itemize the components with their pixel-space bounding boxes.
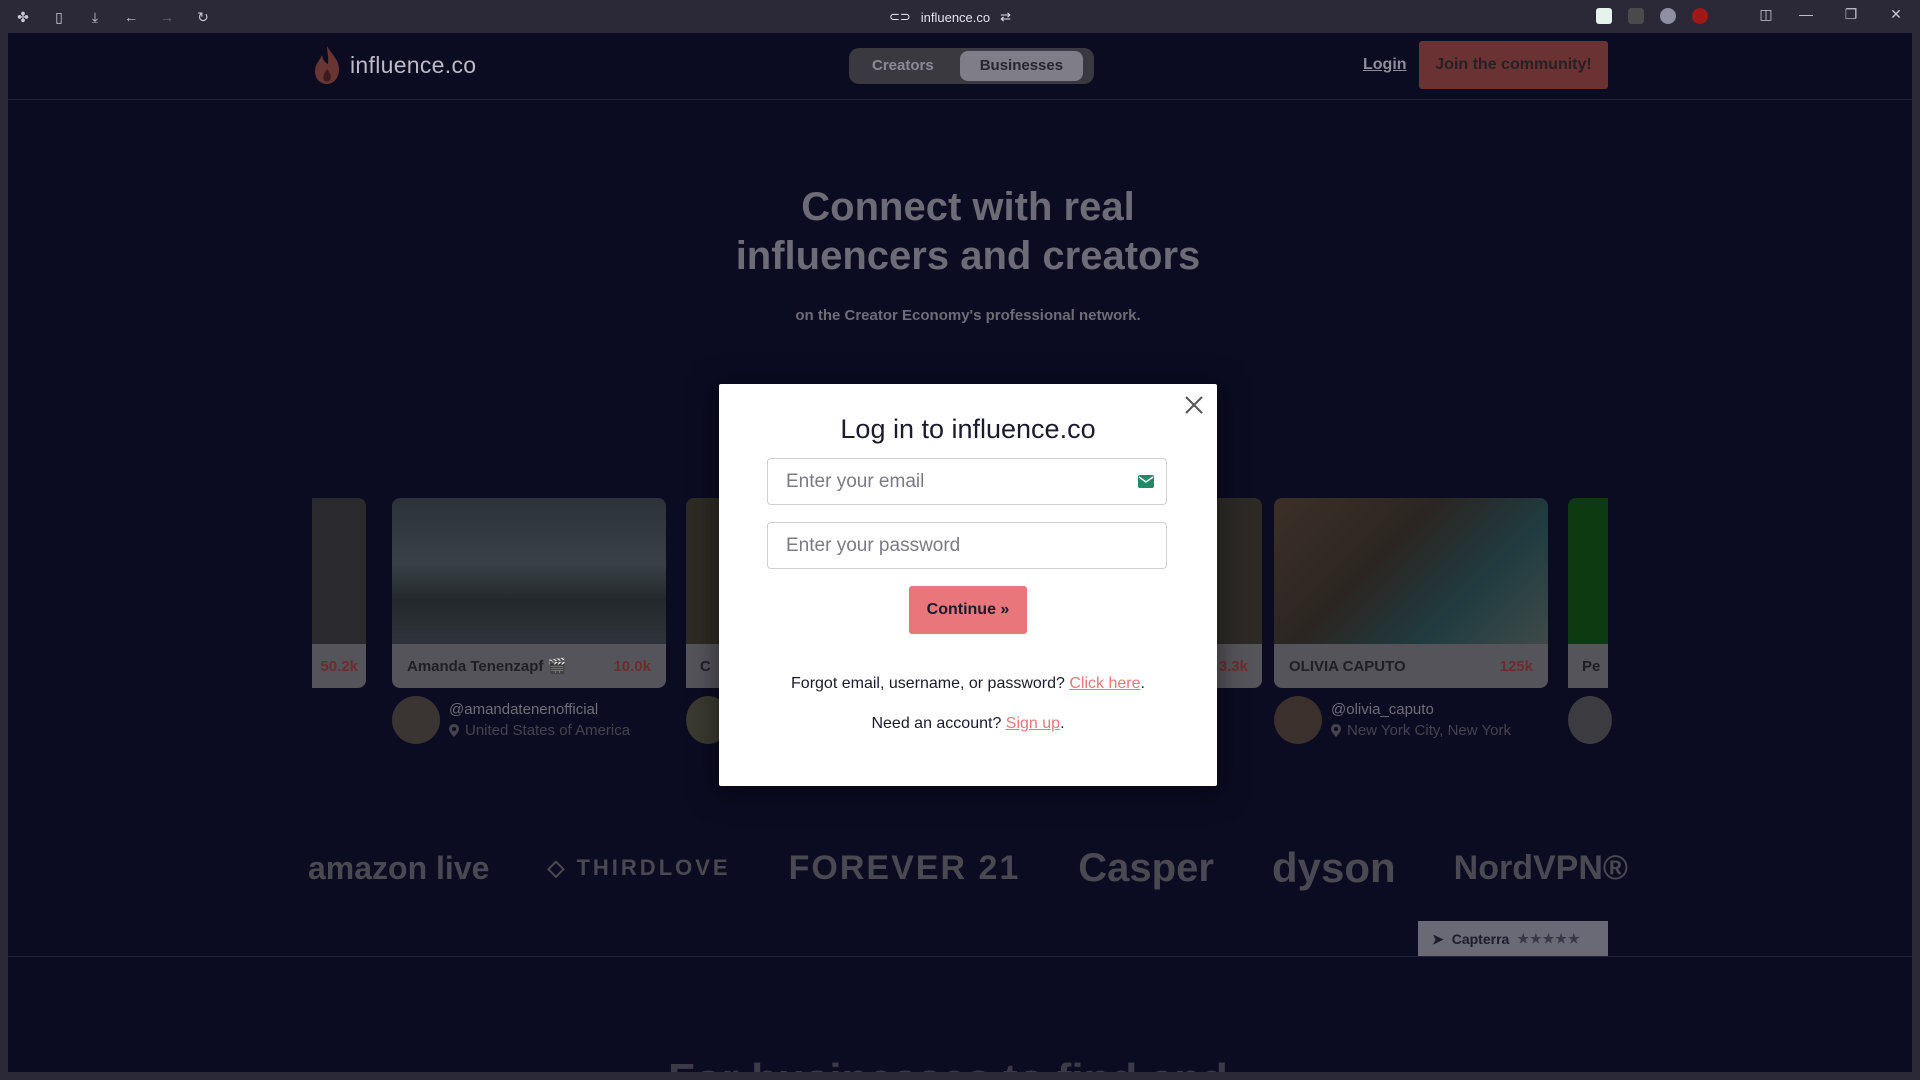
email-input[interactable] [784, 469, 1128, 494]
login-link[interactable]: Login [1363, 56, 1407, 74]
creator-location: United States of America [449, 722, 630, 739]
section-divider [8, 956, 1912, 957]
creator-card[interactable]: OLIVIA CAPUTO 125k @olivia_caputo New Yo… [1274, 498, 1548, 744]
brand-thirdlove-text: THIRDLOVE [576, 855, 731, 880]
ublock-icon[interactable] [1692, 8, 1708, 24]
join-community-button[interactable]: Join the community! [1419, 41, 1608, 89]
minimize-icon[interactable]: — [1796, 6, 1816, 22]
hero-title: Connect with real influencers and creato… [608, 183, 1328, 281]
creator-photo [1274, 498, 1548, 644]
creator-meta: @amandatenenofficial United States of Am… [392, 696, 666, 744]
brand-dyson: dyson [1271, 844, 1396, 891]
tab-businesses[interactable]: Businesses [959, 51, 1084, 81]
brand-nordvpn: NordVPN® [1453, 848, 1628, 887]
link-icon: ⊂⊃ [888, 9, 911, 24]
creator-card-partial-far-right[interactable]: Pe [1568, 498, 1612, 744]
creator-photo [1568, 498, 1608, 644]
capterra-badge[interactable]: ➤ Capterra ★★★★★ [1418, 921, 1608, 957]
avatar [392, 696, 440, 744]
tab-creators[interactable]: Creators [852, 51, 954, 81]
brand-logos: amazon live ◇ THIRDLOVE FOREVER 21 Caspe… [308, 833, 1628, 903]
hero-title-line-1: Connect with real [801, 185, 1135, 229]
flame-icon [315, 46, 340, 84]
creator-location: New York City, New York [1331, 722, 1511, 739]
password-field[interactable] [767, 522, 1167, 569]
capterra-label: Capterra [1451, 931, 1510, 947]
creator-name: Amanda Tenenzapf 🎬 [407, 658, 567, 675]
hero-subtitle: on the Creator Economy's professional ne… [795, 307, 1141, 324]
creator-handle[interactable]: @olivia_caputo [1331, 701, 1511, 718]
creator-handle[interactable]: @amandatenenofficial [449, 701, 630, 718]
back-icon[interactable]: ← [122, 8, 140, 26]
forward-icon[interactable]: → [158, 8, 176, 26]
email-autofill-icon[interactable] [1138, 475, 1154, 488]
creator-meta: @olivia_caputo New York City, New York [1274, 696, 1548, 744]
follower-count: 50.2k [312, 644, 366, 688]
extension-icon-1[interactable] [1596, 8, 1612, 24]
brand-name: influence.co [350, 51, 477, 78]
follower-count: 125k [1499, 657, 1533, 675]
thirdlove-diamond-icon: ◇ [547, 855, 568, 880]
section-heading: For businesses to find and [668, 1055, 1228, 1072]
brand-casper: Casper [1078, 845, 1214, 890]
split-view-icon[interactable]: ◫ [1756, 6, 1776, 23]
signup-link[interactable]: Sign up [1006, 715, 1060, 732]
creator-photo [312, 498, 366, 644]
signup-row: Need an account? Sign up. [871, 715, 1065, 732]
brand-logo[interactable]: influence.co [312, 45, 476, 85]
location-pin-icon [1331, 724, 1341, 737]
restore-icon[interactable]: ❐ [1841, 6, 1861, 23]
creator-card[interactable]: Amanda Tenenzapf 🎬 10.0k @amandatenenoff… [392, 498, 666, 744]
browser-toolbar: ✤ ▯ ⤓ ← → ↻ ⊂⊃ influence.co ⇄ ◫ — ❐ ✕ [0, 0, 1920, 33]
address-text: influence.co [920, 9, 991, 25]
reload-icon[interactable]: ↻ [194, 8, 212, 26]
login-modal: Log in to influence.co Continue » Forgot… [719, 384, 1217, 786]
email-field[interactable] [767, 458, 1167, 505]
brand-forever21: FOREVER 21 [788, 848, 1021, 887]
forgot-link[interactable]: Click here [1069, 675, 1140, 692]
location-pin-icon [449, 724, 459, 737]
capterra-arrow-icon: ➤ [1432, 930, 1444, 947]
extension-icon-2[interactable] [1628, 8, 1644, 24]
forgot-text: Forgot email, username, or password? [791, 675, 1070, 692]
download-icon[interactable]: ⤓ [86, 8, 104, 26]
password-input[interactable] [784, 533, 1128, 558]
avatar [1568, 696, 1612, 744]
page-viewport: influence.co Creators Businesses Login J… [8, 33, 1912, 1072]
brand-amazon-live: amazon live [308, 849, 490, 886]
creator-card-bar: OLIVIA CAPUTO 125k [1274, 644, 1548, 688]
hero-title-line-2: influencers and creators [735, 234, 1201, 278]
creator-card-bar: Amanda Tenenzapf 🎬 10.0k [392, 644, 666, 688]
avatar [1274, 696, 1322, 744]
creator-name: Pe [1568, 644, 1608, 688]
site-settings-icon[interactable]: ⇄ [1000, 9, 1011, 25]
forgot-password-row: Forgot email, username, or password? Cli… [791, 675, 1145, 692]
audience-toggle: Creators Businesses [849, 48, 1094, 84]
capterra-stars: ★★★★★ [1517, 931, 1581, 946]
creator-card-partial-left[interactable]: 50.2k [312, 498, 366, 688]
follower-count: 10.0k [613, 657, 651, 675]
location-text: New York City, New York [1347, 722, 1511, 739]
extension-icon-3[interactable] [1660, 8, 1676, 24]
creator-photo [392, 498, 666, 644]
sidebar-toggle-icon[interactable]: ▯ [50, 8, 68, 26]
window-close-icon[interactable]: ✕ [1886, 6, 1906, 23]
site-header: influence.co Creators Businesses Login J… [8, 33, 1912, 100]
extensions-icon[interactable]: ✤ [14, 8, 32, 26]
creator-name: OLIVIA CAPUTO [1289, 657, 1406, 675]
brand-thirdlove: ◇ THIRDLOVE [547, 855, 730, 881]
landing-page: influence.co Creators Businesses Login J… [8, 33, 1912, 1072]
location-text: United States of America [465, 722, 631, 739]
signup-text: Need an account? [871, 715, 1006, 732]
continue-button[interactable]: Continue » [909, 586, 1027, 634]
address-bar[interactable]: ⊂⊃ influence.co ⇄ [880, 6, 1020, 28]
modal-title: Log in to influence.co [840, 414, 1096, 444]
